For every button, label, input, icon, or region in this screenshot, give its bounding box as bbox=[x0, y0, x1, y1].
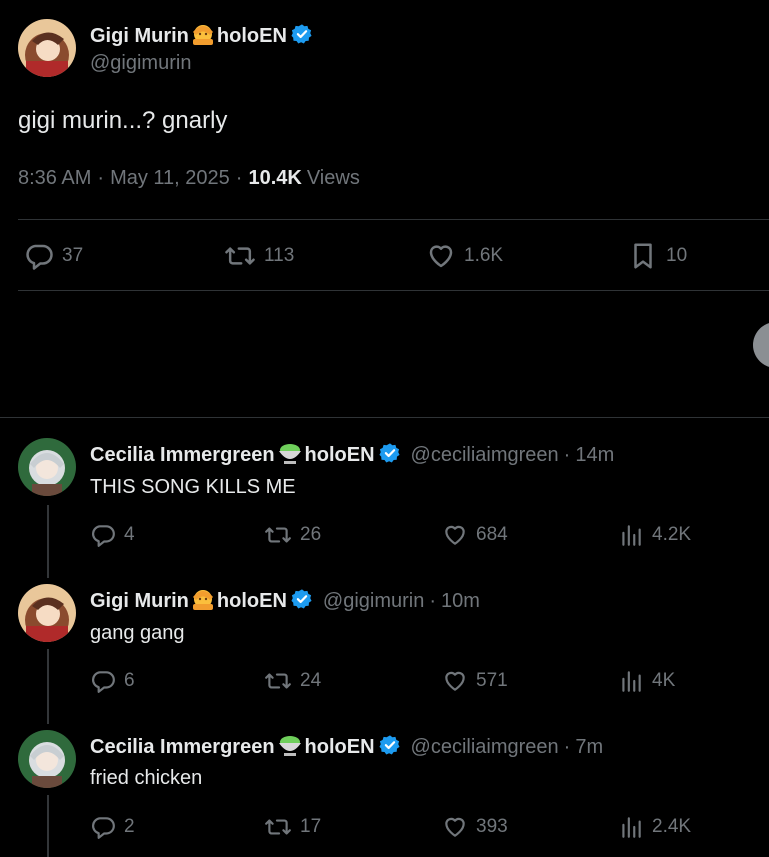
reply-text: THIS SONG KILLS ME bbox=[90, 476, 296, 498]
divider bbox=[0, 417, 769, 418]
like-icon bbox=[429, 245, 453, 268]
views-count: 2.4K bbox=[652, 816, 692, 837]
reply-time[interactable]: 7m bbox=[575, 736, 603, 759]
scroll-button[interactable] bbox=[753, 322, 769, 368]
like-count: 684 bbox=[476, 524, 508, 545]
emoji-icon bbox=[190, 22, 216, 51]
reply-avatar[interactable] bbox=[18, 438, 76, 496]
thread-line bbox=[47, 795, 49, 857]
reply-time[interactable]: 10m bbox=[441, 590, 480, 613]
like-button[interactable]: 393 bbox=[442, 814, 508, 840]
views-count: 4.2K bbox=[652, 524, 692, 545]
divider bbox=[18, 290, 769, 291]
reply-avatar[interactable] bbox=[18, 730, 76, 788]
bookmark-icon bbox=[634, 243, 652, 269]
reply-handle[interactable]: @gigimurin bbox=[323, 590, 424, 613]
reply-count: 4 bbox=[124, 524, 135, 545]
like-button[interactable]: 1.6K bbox=[426, 241, 503, 271]
views-label: Views bbox=[306, 167, 360, 189]
reply-button[interactable]: 37 bbox=[24, 241, 83, 271]
bookmark-count: 10 bbox=[666, 245, 688, 266]
reply-handle[interactable]: @ceciliaimgreen bbox=[411, 736, 559, 759]
like-count: 393 bbox=[476, 816, 508, 837]
thread-line bbox=[47, 505, 49, 578]
reply-button[interactable]: 2 bbox=[90, 814, 135, 840]
retweet-count: 113 bbox=[264, 245, 295, 266]
retweet-button[interactable]: 24 bbox=[264, 668, 321, 694]
views-icon bbox=[622, 671, 641, 692]
verified-icon bbox=[378, 734, 401, 761]
author-avatar[interactable] bbox=[18, 19, 76, 77]
retweet-icon bbox=[225, 247, 255, 265]
reply-author-suffix[interactable]: holoEN bbox=[217, 590, 287, 613]
retweet-button[interactable]: 26 bbox=[264, 522, 321, 548]
reply-time[interactable]: 14m bbox=[575, 444, 614, 467]
reply-icon bbox=[26, 244, 53, 270]
reply-count: 2 bbox=[124, 816, 135, 837]
reply-icon bbox=[92, 817, 115, 839]
like-icon bbox=[445, 671, 465, 691]
reply-text: fried chicken bbox=[90, 767, 203, 789]
emoji-icon bbox=[190, 587, 216, 616]
reply-author-name[interactable]: Cecilia Immergreen bbox=[90, 736, 275, 759]
views-button[interactable]: 4.2K bbox=[618, 522, 691, 548]
views-button[interactable]: 2.4K bbox=[618, 814, 691, 840]
verified-icon bbox=[291, 588, 313, 615]
like-count: 1.6K bbox=[464, 245, 504, 266]
author-handle[interactable]: @gigimurin bbox=[90, 52, 191, 75]
reply-avatar[interactable] bbox=[18, 584, 76, 642]
divider bbox=[18, 219, 769, 220]
reply-author-name[interactable]: Cecilia Immergreen bbox=[90, 444, 275, 467]
views-icon bbox=[622, 817, 641, 838]
retweet-icon bbox=[265, 527, 291, 543]
reply-icon bbox=[92, 671, 115, 693]
views-button[interactable]: 4K bbox=[618, 668, 675, 694]
retweet-count: 26 bbox=[300, 524, 322, 545]
retweet-button[interactable]: 113 bbox=[224, 241, 294, 271]
reply-author-suffix[interactable]: holoEN bbox=[305, 444, 375, 467]
verified-icon bbox=[291, 23, 313, 50]
like-button[interactable]: 684 bbox=[442, 522, 508, 548]
retweet-count: 17 bbox=[300, 816, 322, 837]
views-count[interactable]: 10.4K bbox=[248, 167, 301, 190]
bookmark-button[interactable]: 10 bbox=[628, 241, 687, 271]
reply-handle[interactable]: @ceciliaimgreen bbox=[411, 444, 559, 467]
author-suffix[interactable]: holoEN bbox=[217, 25, 287, 48]
reply-count: 37 bbox=[62, 245, 84, 266]
tweet-time[interactable]: 8:36 AM bbox=[18, 167, 91, 190]
like-count: 571 bbox=[476, 670, 508, 691]
retweet-icon bbox=[265, 673, 291, 689]
retweet-button[interactable]: 17 bbox=[264, 814, 321, 840]
tweet-date[interactable]: May 11, 2025 bbox=[110, 167, 230, 190]
reply-author-suffix[interactable]: holoEN bbox=[305, 736, 375, 759]
tweet-text: gigi murin...? gnarly bbox=[18, 107, 228, 134]
reply-count: 6 bbox=[124, 670, 135, 691]
tweet-meta: 8:36 AM · May 11, 2025 · 10.4K Views bbox=[18, 167, 360, 190]
retweet-count: 24 bbox=[300, 670, 322, 691]
verified-icon bbox=[378, 442, 401, 469]
retweet-icon bbox=[265, 819, 291, 835]
views-icon bbox=[622, 525, 641, 546]
like-button[interactable]: 571 bbox=[442, 668, 508, 694]
reply-text: gang gang bbox=[90, 622, 185, 644]
thread-line bbox=[47, 649, 49, 724]
emoji-icon bbox=[276, 733, 304, 762]
reply-icon bbox=[92, 525, 115, 547]
emoji-icon bbox=[276, 441, 304, 470]
reply-button[interactable]: 4 bbox=[90, 522, 135, 548]
reply-author-name[interactable]: Gigi Murin bbox=[90, 590, 189, 613]
author-name[interactable]: Gigi Murin bbox=[90, 25, 189, 48]
views-count: 4K bbox=[652, 670, 676, 691]
reply-button[interactable]: 6 bbox=[90, 668, 135, 694]
like-icon bbox=[445, 817, 465, 837]
like-icon bbox=[445, 525, 465, 545]
